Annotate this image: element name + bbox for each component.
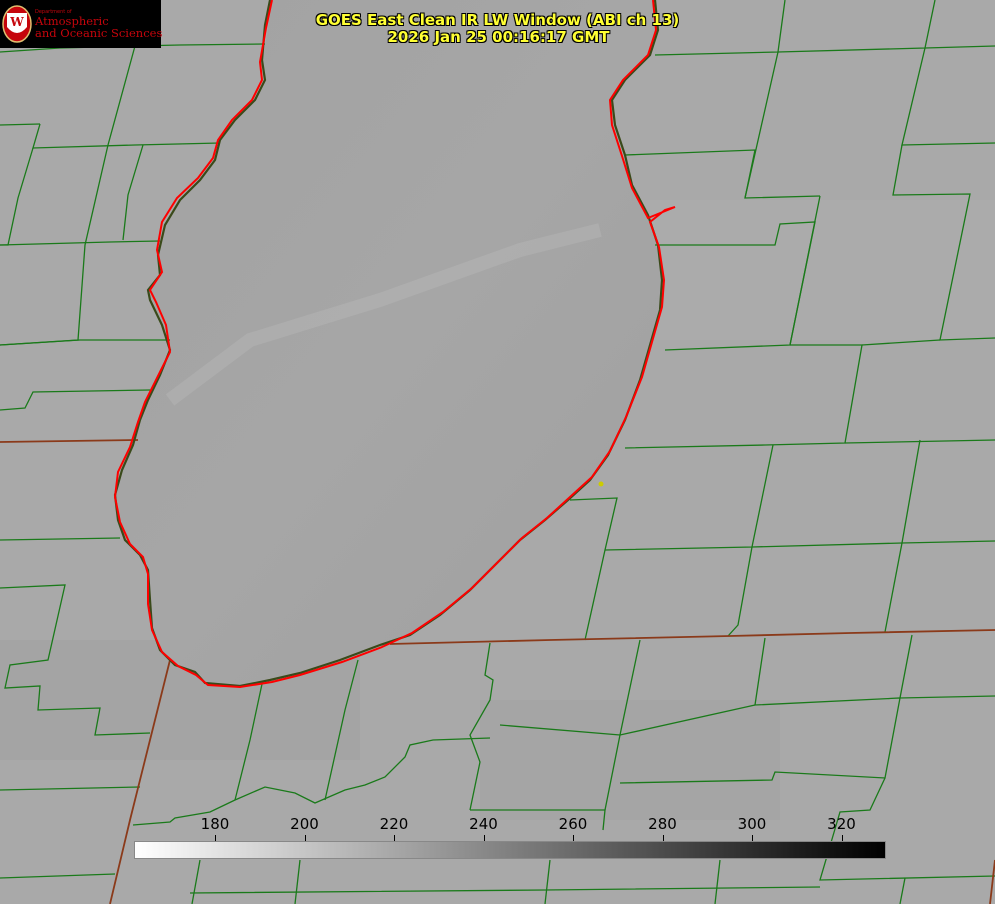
colorbar-tick-label: 280 — [648, 815, 677, 833]
colorbar-tick-mark — [483, 835, 485, 841]
title-product: GOES East Clean IR LW Window (ABI ch 13) — [315, 11, 680, 29]
colorbar-tick-label: 300 — [737, 815, 767, 833]
image-title: GOES East Clean IR LW Window (ABI ch 13)… — [0, 12, 995, 46]
colorbar-tick-mark — [394, 835, 395, 841]
colorbar-tick-mark — [752, 835, 753, 841]
colorbar-tick-label: 220 — [379, 815, 409, 833]
colorbar — [134, 841, 886, 859]
colorbar-tick-label: 320 — [827, 815, 856, 833]
colorbar-tick-mark — [215, 835, 216, 841]
colorbar-tick-label: 200 — [290, 815, 319, 833]
satellite-map[interactable] — [0, 0, 995, 904]
title-timestamp: 2026 Jan 25 00:16:17 GMT — [387, 28, 610, 46]
location-marker[interactable] — [598, 481, 604, 487]
colorbar-tick-label: 240 — [469, 815, 498, 833]
ir-patch — [480, 700, 780, 820]
colorbar-tick-mark — [662, 835, 664, 841]
colorbar-tick-mark — [841, 835, 843, 841]
colorbar-tick-mark — [304, 835, 306, 841]
colorbar-tick-label: 260 — [558, 815, 588, 833]
colorbar-tick-mark — [573, 835, 574, 841]
colorbar-tick-label: 180 — [200, 815, 230, 833]
